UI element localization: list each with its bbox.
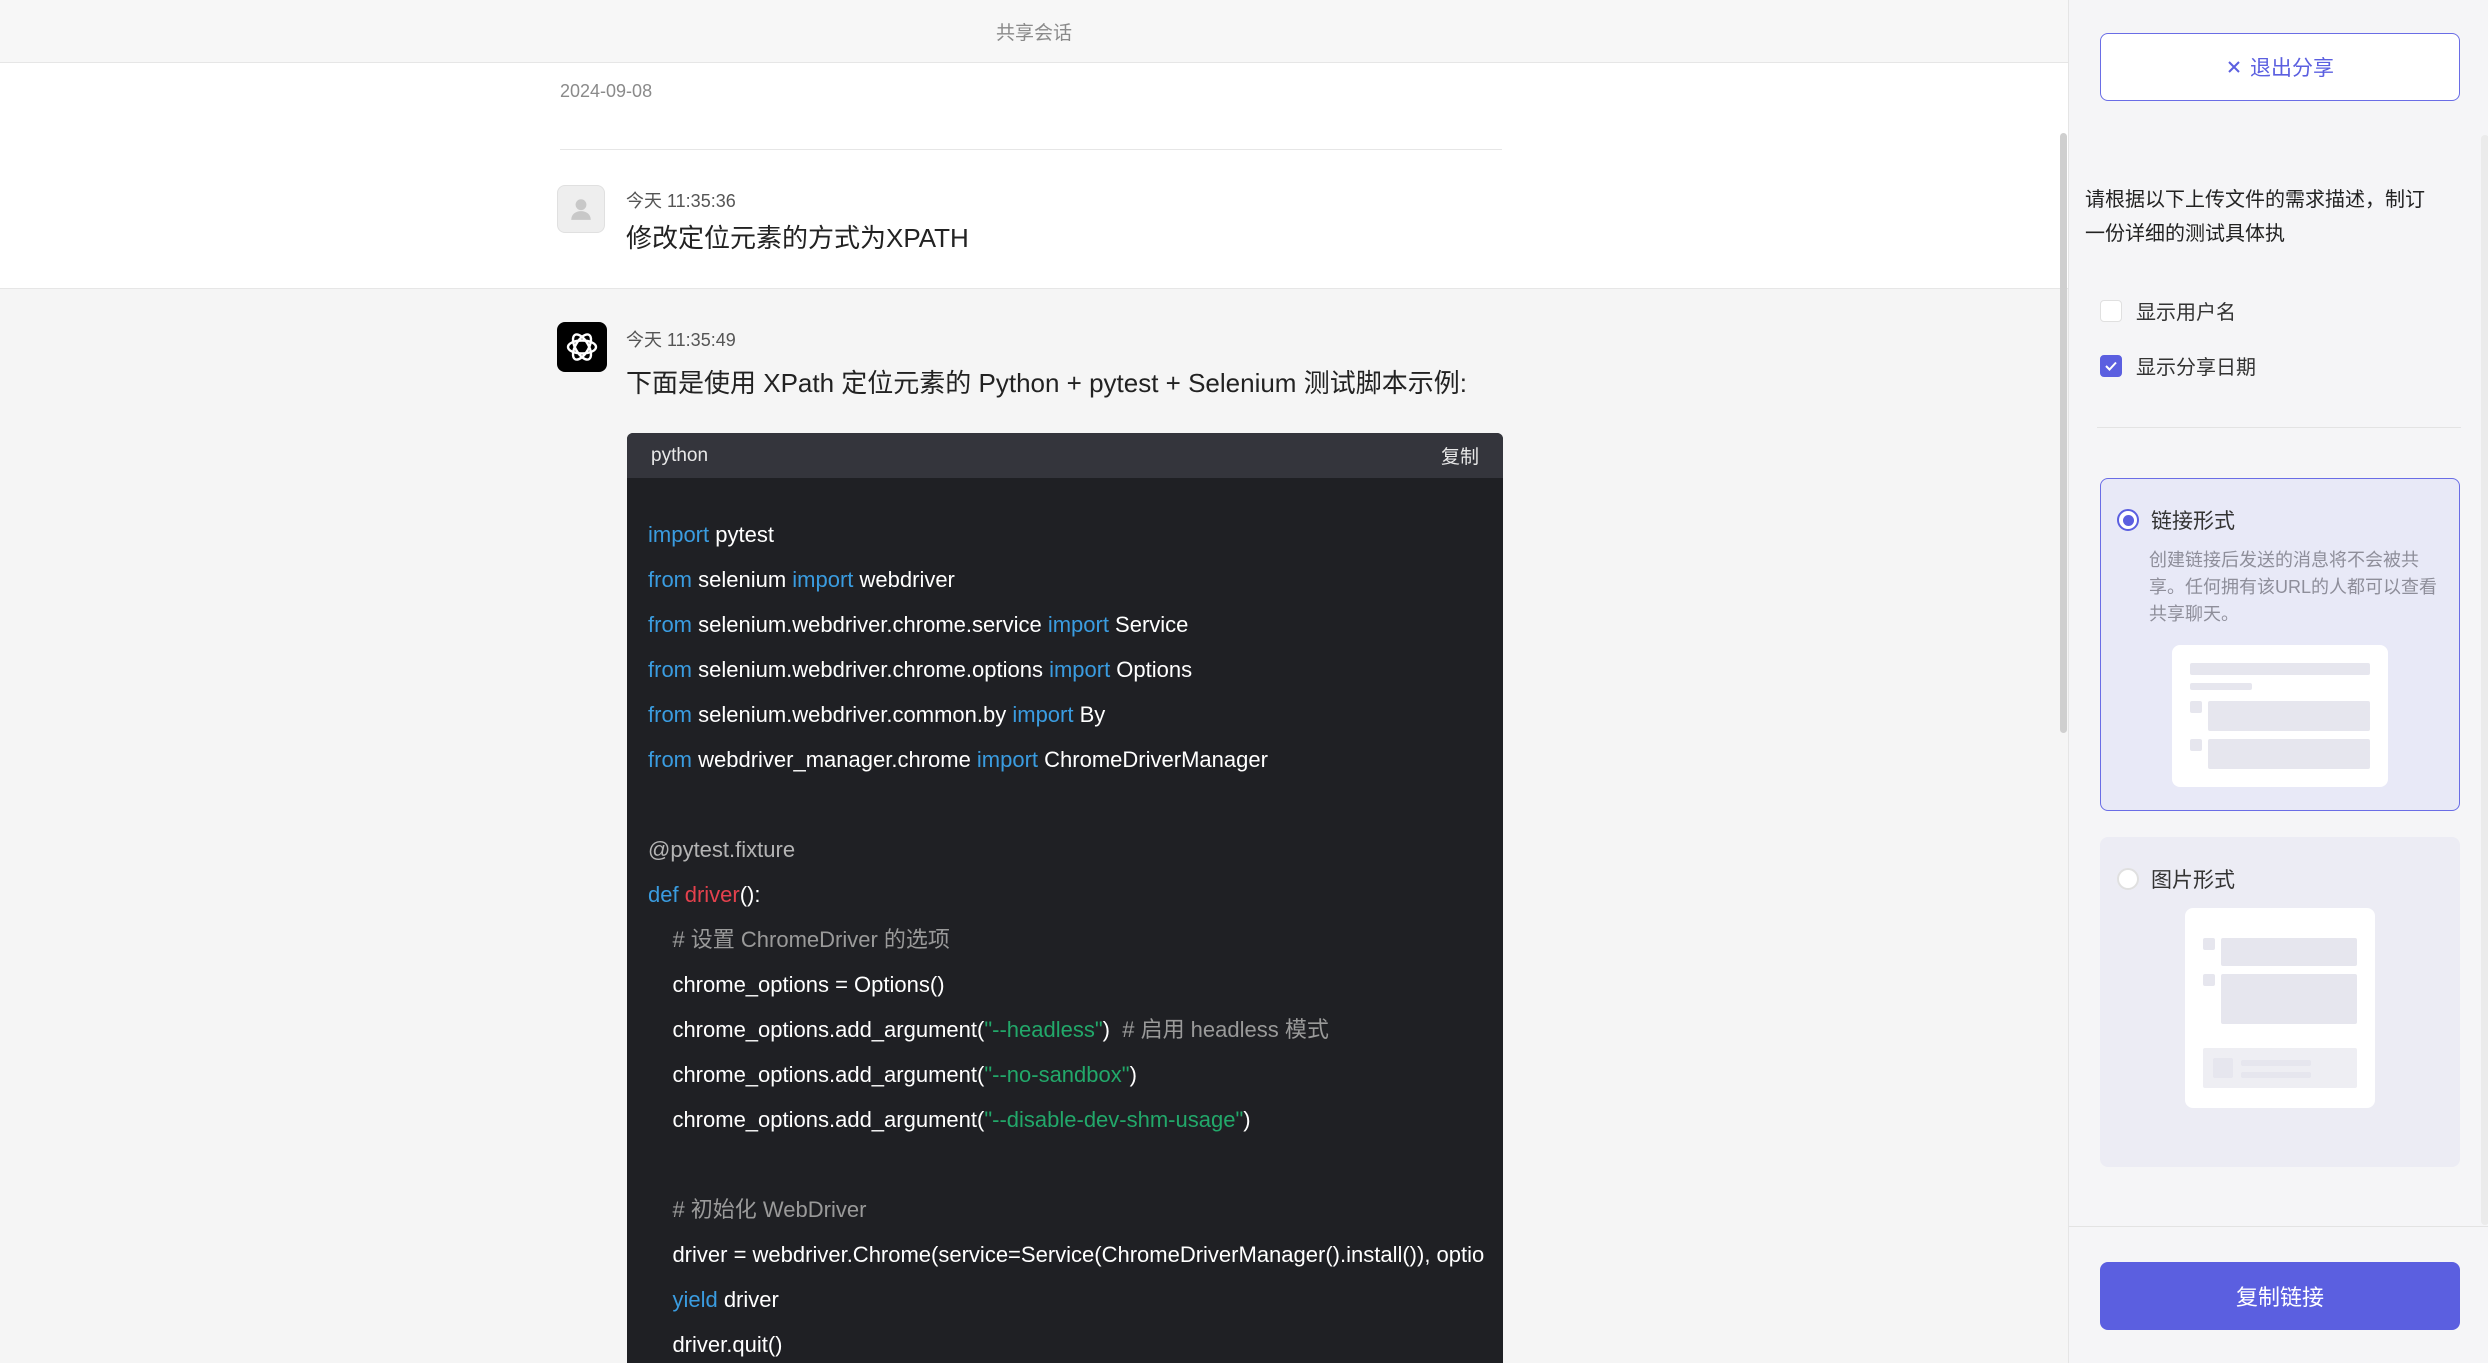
code-line: chrome_options.add_argument("--no-sandbo…: [648, 1062, 1137, 1087]
code-line: # 设置 ChromeDriver 的选项: [648, 927, 950, 952]
user-icon: [571, 199, 591, 220]
code-line: def driver():: [648, 882, 761, 907]
close-icon: [2228, 61, 2240, 73]
copy-link-button[interactable]: 复制链接: [2100, 1262, 2460, 1330]
show-date-option[interactable]: 显示分享日期: [2100, 351, 2256, 380]
code-line: driver.quit(): [648, 1332, 783, 1357]
panel-footer-divider: [2069, 1226, 2488, 1227]
show-username-label: 显示用户名: [2136, 302, 2236, 324]
link-format-label: 链接形式: [2151, 510, 2235, 533]
share-date: 2024-09-08: [560, 81, 653, 101]
user-message-time: 今天 11:35:36: [626, 191, 736, 211]
code-line: # 初始化 WebDriver: [648, 1197, 867, 1222]
divider: [560, 149, 1502, 150]
user-message-text: 修改定位元素的方式为XPATH: [626, 223, 969, 253]
check-icon: [2105, 361, 2117, 371]
code-line: from selenium import webdriver: [648, 567, 955, 592]
panel-scroll-track: [2481, 135, 2488, 1225]
link-preview-illustration: [2172, 645, 2388, 787]
copy-code-button[interactable]: 复制: [1441, 442, 1479, 469]
image-format-label: 图片形式: [2151, 869, 2235, 892]
link-format-description: 创建链接后发送的消息将不会被共享。任何拥有该URL的人都可以查看共享聊天。: [2149, 550, 2438, 624]
code-body: import pytest from selenium import webdri…: [627, 478, 1503, 1363]
page-title: 共享会话: [995, 22, 1072, 44]
link-format-option[interactable]: 链接形式 创建链接后发送的消息将不会被共享。任何拥有该URL的人都可以查看共享聊…: [2100, 478, 2460, 811]
show-date-checkbox[interactable]: [2100, 354, 2122, 377]
code-line: from selenium.webdriver.chrome.options i…: [648, 657, 1193, 682]
code-header: python 复制: [627, 433, 1503, 478]
code-line: yield driver: [672, 1287, 779, 1312]
image-format-radio-row[interactable]: 图片形式: [2117, 864, 2235, 894]
show-date-label: 显示分享日期: [2136, 357, 2256, 379]
code-line: from selenium.webdriver.chrome.service i…: [648, 612, 1189, 637]
top-bar: 共享会话: [0, 0, 2068, 63]
code-line: chrome_options.add_argument("--disable-d…: [648, 1107, 1251, 1132]
image-format-option[interactable]: 图片形式: [2100, 837, 2460, 1167]
share-panel: 退出分享 请根据以下上传文件的需求描述，制订一份详细的测试具体执 显示用户名 显…: [2068, 0, 2488, 1363]
panel-divider: [2097, 427, 2461, 428]
code-line: from webdriver_manager.chrome import Chr…: [648, 747, 1268, 772]
code-line: from selenium.webdriver.common.by import…: [648, 702, 1106, 727]
user-message-section: 2024-09-08 今天 11:35:36 修改定位元素的方式为XPATH: [0, 63, 2068, 289]
show-username-checkbox[interactable]: [2100, 299, 2122, 322]
image-preview-illustration: [2185, 908, 2375, 1108]
code-line: chrome_options.add_argument("--headless"…: [648, 1017, 1329, 1042]
bot-message-time: 今天 11:35:49: [626, 330, 736, 350]
openai-logo-icon: [566, 333, 598, 361]
preview-text: 请根据以下上传文件的需求描述，制订一份详细的测试具体执: [2085, 189, 2425, 245]
exit-share-label: 退出分享: [2250, 57, 2334, 80]
code-language: python: [651, 444, 709, 466]
code-block: python 复制 import pytest from selenium imp…: [627, 433, 1503, 1363]
image-format-radio[interactable]: [2117, 868, 2139, 890]
chat-scrollbar[interactable]: [2060, 133, 2067, 733]
show-username-option[interactable]: 显示用户名: [2100, 296, 2236, 325]
exit-share-button[interactable]: 退出分享: [2100, 33, 2460, 101]
link-format-radio-row[interactable]: 链接形式: [2117, 505, 2235, 535]
bot-avatar: [557, 322, 607, 372]
code-line: import pytest: [648, 522, 774, 547]
bot-message-text: 下面是使用 XPath 定位元素的 Python + pytest + Sele…: [626, 368, 1467, 398]
chat-area: 共享会话 2024-09-08 今天 11:35:36 修改定位元素的方式为XP…: [0, 0, 2068, 1363]
bot-message-section: 今天 11:35:49 下面是使用 XPath 定位元素的 Python + p…: [0, 290, 2068, 1363]
link-format-radio[interactable]: [2117, 509, 2139, 531]
copy-link-label: 复制链接: [2235, 1285, 2324, 1310]
user-avatar: [557, 185, 605, 233]
code-line: chrome_options = Options(): [648, 972, 945, 997]
code-line: @pytest.fixture: [648, 837, 796, 862]
code-line: driver = webdriver.Chrome(service=Servic…: [648, 1242, 1485, 1267]
